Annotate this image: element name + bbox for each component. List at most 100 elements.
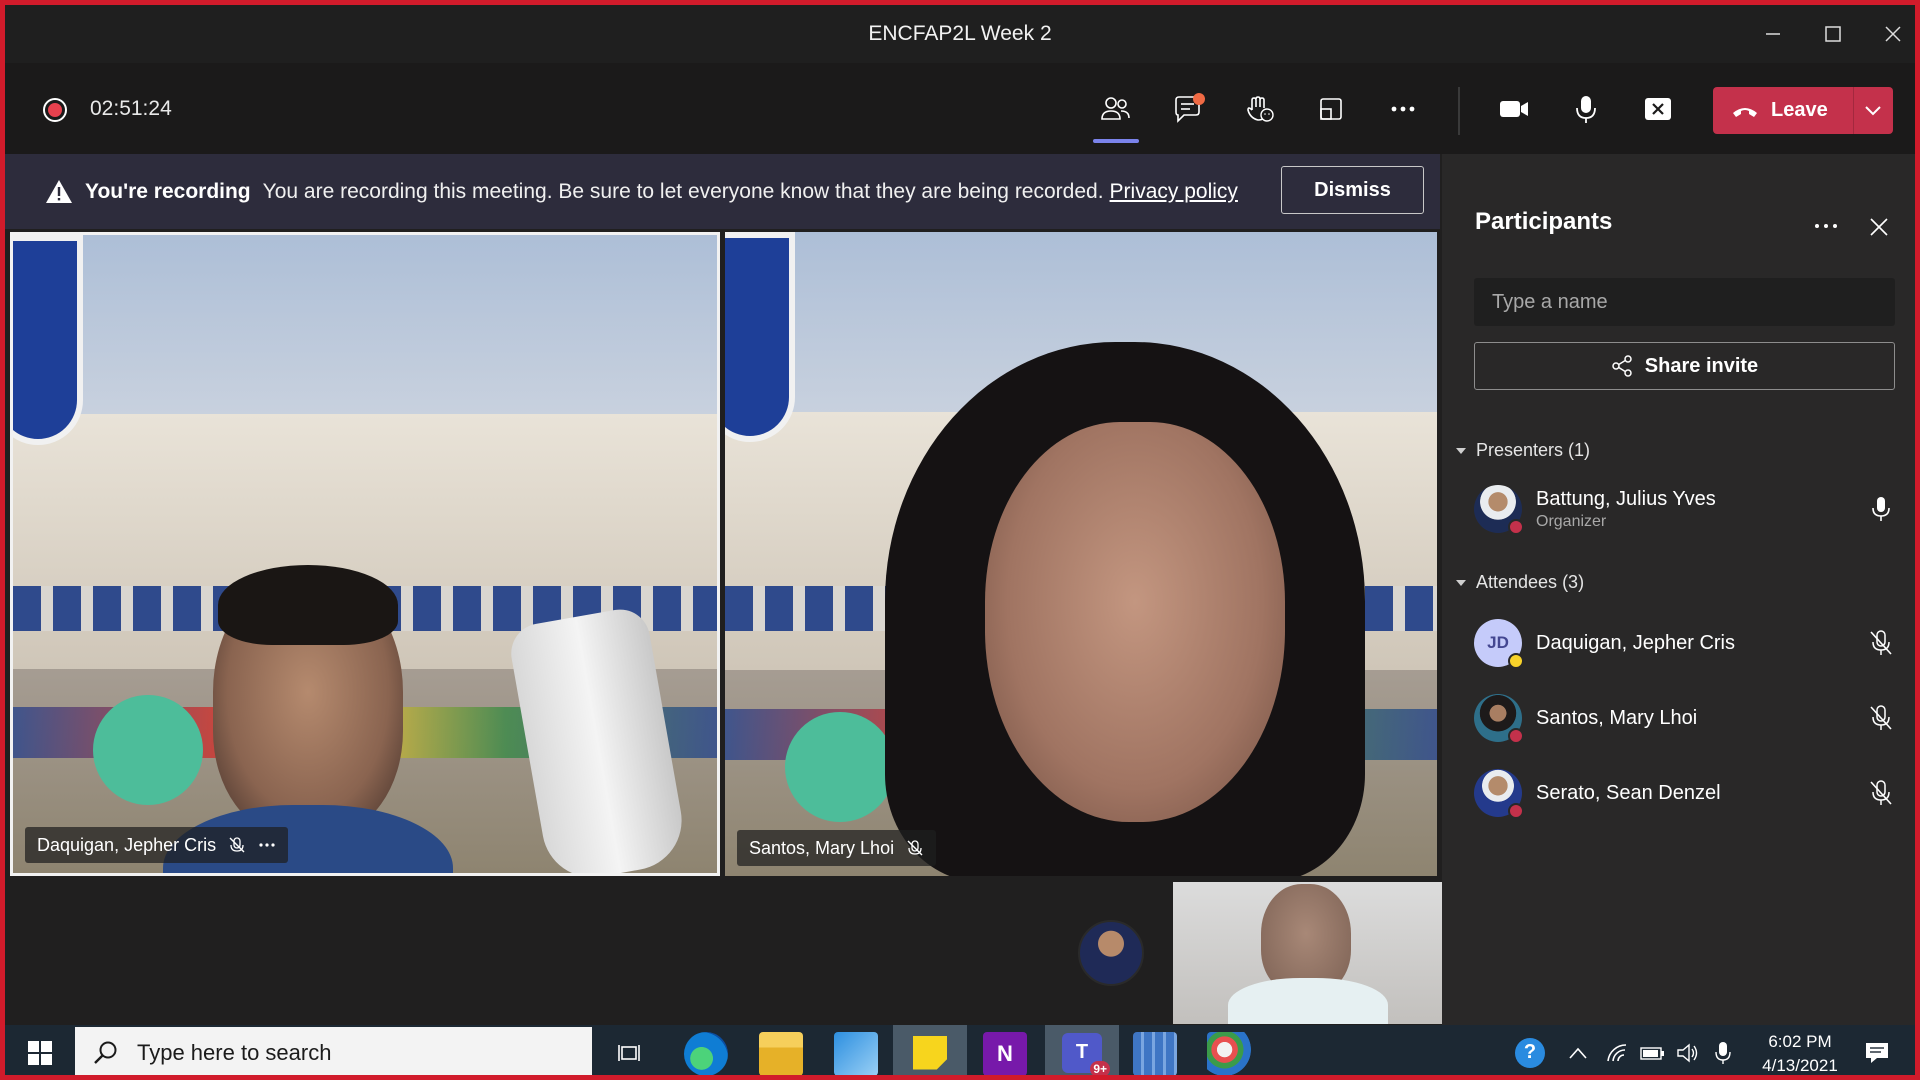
participant-row[interactable]: Serato, Sean Denzel <box>1474 764 1895 822</box>
battery-tray-icon[interactable] <box>1635 1025 1671 1075</box>
minimize-icon <box>1765 33 1780 35</box>
presenters-section-toggle[interactable]: Presenters (1) <box>1456 440 1590 461</box>
participant-row[interactable]: Santos, Mary Lhoi <box>1474 689 1895 747</box>
leave-options-button[interactable] <box>1854 87 1892 134</box>
chevron-down-icon <box>1865 105 1881 115</box>
maximize-icon <box>1824 26 1841 42</box>
mic-muted-status <box>1867 779 1895 807</box>
panel-more-button[interactable] <box>1810 210 1842 242</box>
close-window-button[interactable] <box>1865 5 1915 63</box>
windows-taskbar: Type here to search N T 9+ ? 6:02 PM 4/1… <box>5 1025 1915 1075</box>
mic-muted-status <box>1867 629 1895 657</box>
status-away-icon <box>1508 653 1524 669</box>
window-title: ENCFAP2L Week 2 <box>868 22 1052 45</box>
mic-off-icon <box>1870 630 1892 655</box>
taskbar-clock[interactable]: 6:02 PM 4/13/2021 <box>1745 1030 1855 1075</box>
presenters-header: Presenters (1) <box>1476 440 1591 460</box>
panel-title: Participants <box>1475 208 1613 235</box>
start-button[interactable] <box>15 1025 65 1075</box>
participants-icon <box>1101 97 1130 120</box>
sticky-notes-button[interactable] <box>893 1025 967 1075</box>
network-tray-icon[interactable] <box>1600 1025 1636 1075</box>
dismiss-button[interactable]: Dismiss <box>1281 166 1424 214</box>
attendees-section-toggle[interactable]: Attendees (3) <box>1456 572 1584 593</box>
speaker-icon <box>1677 1043 1698 1062</box>
more-actions-button[interactable] <box>1377 85 1429 133</box>
participant-avatar[interactable] <box>1078 920 1144 986</box>
calculator-icon[interactable] <box>1133 1032 1177 1075</box>
edge-icon[interactable] <box>684 1032 728 1075</box>
title-bar: ENCFAP2L Week 2 <box>5 5 1915 63</box>
help-tray-icon[interactable]: ? <box>1510 1025 1550 1075</box>
camera-button[interactable] <box>1488 85 1540 133</box>
more-icon <box>1815 224 1837 228</box>
participant-name: Battung, Julius Yves <box>1536 487 1716 510</box>
share-content-button[interactable] <box>1632 85 1684 133</box>
video-tile[interactable]: Santos, Mary Lhoi <box>725 232 1437 876</box>
participant-row[interactable]: Battung, Julius Yves Organizer <box>1474 480 1895 538</box>
share-stop-icon <box>1645 98 1671 120</box>
mic-on-status <box>1867 495 1895 523</box>
wifi-icon <box>1607 1043 1627 1061</box>
paint-icon[interactable] <box>1207 1032 1251 1075</box>
avatar-initials: JD <box>1487 633 1509 652</box>
action-center-button[interactable] <box>1857 1025 1897 1075</box>
more-icon[interactable] <box>258 836 276 854</box>
avatar <box>1474 769 1524 819</box>
video-tile[interactable]: Daquigan, Jepher Cris <box>10 232 720 876</box>
leave-button[interactable]: Leave <box>1713 87 1893 134</box>
privacy-policy-link[interactable]: Privacy policy <box>1110 180 1238 204</box>
participant-name: Daquigan, Jepher Cris <box>37 834 217 855</box>
mic-off-icon <box>229 837 245 853</box>
recording-indicator-icon <box>43 98 67 122</box>
maximize-button[interactable] <box>1805 5 1860 63</box>
file-explorer-icon[interactable] <box>759 1032 803 1075</box>
reactions-button[interactable] <box>1233 85 1285 133</box>
close-icon <box>1870 218 1888 236</box>
participants-button[interactable] <box>1090 85 1142 133</box>
taskbar-search-box[interactable]: Type here to search <box>75 1027 592 1075</box>
more-icon <box>1391 106 1415 112</box>
participant-name: Santos, Mary Lhoi <box>749 837 895 858</box>
caret-down-icon <box>1456 447 1466 454</box>
participants-panel: Participants Share invite Presenters (1)… <box>1442 154 1915 1025</box>
toolbar-separator <box>1458 87 1460 135</box>
share-invite-button[interactable]: Share invite <box>1474 342 1895 390</box>
mic-icon <box>1576 96 1596 123</box>
panel-close-button[interactable] <box>1864 212 1894 242</box>
status-busy-icon <box>1508 728 1524 744</box>
caret-down-icon <box>1456 579 1466 586</box>
participant-row[interactable]: JD Daquigan, Jepher Cris <box>1474 614 1895 672</box>
teams-taskbar-button[interactable]: T 9+ <box>1045 1025 1119 1075</box>
chevron-up-icon <box>1569 1047 1587 1059</box>
volume-tray-icon[interactable] <box>1670 1025 1706 1075</box>
mic-button[interactable] <box>1560 85 1612 133</box>
remote-desktop-icon[interactable] <box>834 1032 878 1075</box>
participant-search-input[interactable] <box>1474 278 1895 326</box>
teams-window: ENCFAP2L Week 2 02:51:24 Leave You're re… <box>0 0 1920 1080</box>
show-hidden-icons-button[interactable] <box>1560 1025 1596 1075</box>
leave-main[interactable]: Leave <box>1713 87 1853 134</box>
recording-banner-message: You are recording this meeting. Be sure … <box>262 179 1104 203</box>
attendees-header: Attendees (3) <box>1476 572 1585 592</box>
battery-icon <box>1640 1046 1664 1060</box>
meeting-timer: 02:51:24 <box>90 97 172 120</box>
video-nameplate: Daquigan, Jepher Cris <box>25 827 289 863</box>
sticky-notes-icon <box>913 1035 947 1070</box>
chat-button[interactable] <box>1161 85 1213 133</box>
task-view-button[interactable] <box>605 1025 655 1075</box>
status-busy-icon <box>1508 803 1524 819</box>
share-tray-button[interactable] <box>1305 85 1357 133</box>
mic-off-icon <box>1870 780 1892 805</box>
self-video-preview[interactable] <box>1173 882 1443 1024</box>
participant-name: Santos, Mary Lhoi <box>1536 706 1698 729</box>
microphone-tray-icon[interactable] <box>1705 1025 1741 1075</box>
onenote-icon[interactable]: N <box>983 1032 1027 1075</box>
search-icon <box>94 1041 117 1064</box>
reactions-icon <box>1247 96 1274 122</box>
chat-unread-badge <box>1193 93 1205 105</box>
minimize-button[interactable] <box>1745 5 1800 63</box>
recording-banner: You're recording You are recording this … <box>5 154 1440 229</box>
meeting-toolbar: 02:51:24 Leave <box>5 63 1915 154</box>
video-nameplate: Santos, Mary Lhoi <box>737 830 937 866</box>
